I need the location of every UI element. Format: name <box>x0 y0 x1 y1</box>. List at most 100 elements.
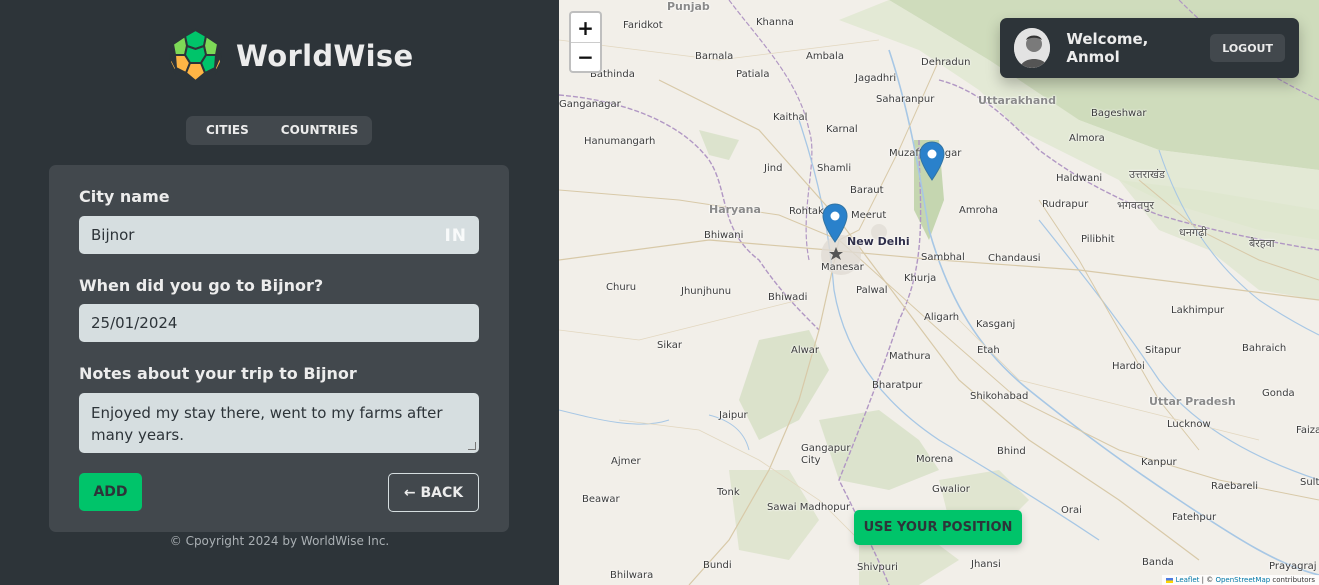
map-label: Jaipur <box>719 410 748 421</box>
resize-handle-icon[interactable] <box>468 442 476 450</box>
map-label: Gwalior <box>932 484 970 495</box>
map-label: Aligarh <box>924 312 960 323</box>
map-label: Sawai Madhopur <box>767 502 851 513</box>
back-button[interactable]: ← BACK <box>388 473 479 512</box>
map-label: Jind <box>764 163 783 174</box>
city-name-value: Bijnor <box>91 226 135 244</box>
map-tiles <box>559 0 1319 585</box>
map-label: Hanumangarh <box>584 136 656 147</box>
map-label: Shamli <box>817 163 852 174</box>
map-label: Gonda <box>1262 388 1295 399</box>
zoom-out-button[interactable]: − <box>571 42 600 71</box>
map-label: Shivpuri <box>857 562 898 573</box>
map-label: Banda <box>1142 557 1174 568</box>
date-value: 25/01/2024 <box>91 314 178 332</box>
app-nav-tabs: CITIES COUNTRIES <box>186 116 372 145</box>
map-label-capital: New Delhi <box>847 235 910 248</box>
map-marker-icon[interactable] <box>919 141 945 181</box>
map-label: Bageshwar <box>1091 108 1147 119</box>
map-label: Ajmer <box>611 456 641 467</box>
map-label: Chandausi <box>988 253 1041 264</box>
map-label: Amroha <box>959 205 999 216</box>
notes-textarea[interactable]: Enjoyed my stay there, went to my farms … <box>79 393 479 453</box>
sidebar: WorldWise CITIES COUNTRIES City name Bij… <box>0 0 559 585</box>
map-label: Manesar <box>821 262 864 273</box>
map-label: Jhansi <box>971 559 1001 570</box>
map-label: Palwal <box>856 285 888 296</box>
map-label: Mathura <box>889 351 931 362</box>
add-city-form: City name Bijnor IN When did you go to B… <box>49 165 509 532</box>
map-label: Bundi <box>703 560 732 571</box>
map-label: Kasganj <box>976 319 1016 330</box>
logout-button[interactable]: LOGOUT <box>1210 34 1285 62</box>
map-label: Ganganagar <box>559 99 621 110</box>
map-label: Kaithal <box>773 112 808 123</box>
city-name-input[interactable]: Bijnor IN <box>79 216 479 254</box>
map-label: Faizabad <box>1296 425 1319 436</box>
map-label: Haryana <box>709 203 761 216</box>
map-label: Lakhimpur <box>1171 305 1225 316</box>
app-logo[interactable]: WorldWise <box>168 28 413 83</box>
user-card: Welcome, Anmol LOGOUT <box>1000 18 1299 78</box>
osm-link[interactable]: OpenStreetMap <box>1215 576 1270 584</box>
map-label: Sikar <box>657 340 682 351</box>
attribution-suffix: contributors <box>1270 576 1315 584</box>
app-name: WorldWise <box>236 38 414 73</box>
map-label: Patiala <box>736 69 770 80</box>
map-label: Khanna <box>756 17 794 28</box>
tab-countries[interactable]: COUNTRIES <box>265 116 375 145</box>
map-label: Beawar <box>582 494 620 505</box>
map-label: Lucknow <box>1167 419 1211 430</box>
map-label: Faridkot <box>623 20 663 31</box>
leaflet-link[interactable]: Leaflet <box>1176 576 1200 584</box>
zoom-control: + − <box>569 11 602 73</box>
map-label: Uttar Pradesh <box>1149 395 1236 408</box>
map-label: Jhunjhunu <box>681 286 732 297</box>
map-label: Khurja <box>904 273 937 284</box>
map-label-hindi: धनगढ़ी <box>1179 226 1208 239</box>
map-label: Hardoi <box>1112 361 1145 372</box>
map-label: Barnala <box>695 51 734 62</box>
map-label: Dehradun <box>921 57 971 68</box>
map-label: Bhind <box>997 446 1026 457</box>
map-label: Morena <box>916 454 954 465</box>
map-label: Etah <box>977 345 1000 356</box>
copyright-text: © Cpoyright 2024 by WorldWise Inc. <box>169 534 390 548</box>
user-avatar <box>1014 28 1051 68</box>
map-label-hindi: बैरहवा <box>1249 237 1275 250</box>
map-label: Kanpur <box>1141 457 1177 468</box>
map-label: Prayagraj <box>1269 561 1317 572</box>
city-name-label: City name <box>79 187 170 206</box>
map-label: Bhilwara <box>610 570 654 581</box>
map-container[interactable]: Punjab Faridkot Khanna Barnala Ambala De… <box>559 0 1319 585</box>
map-label: Pilibhit <box>1081 234 1115 245</box>
avatar-icon <box>1014 28 1051 68</box>
map-label: Alwar <box>791 345 820 356</box>
welcome-text: Welcome, Anmol <box>1066 30 1149 66</box>
map-label: Ambala <box>806 51 844 62</box>
tab-cities[interactable]: CITIES <box>190 116 265 145</box>
map-label: Sitapur <box>1145 345 1181 356</box>
notes-label: Notes about your trip to Bijnor <box>79 364 357 383</box>
map-attribution: Leaflet | © OpenStreetMap contributors <box>1162 575 1319 585</box>
map-label: Rudrapur <box>1042 199 1089 210</box>
map-label: Bharatpur <box>872 380 923 391</box>
map-label: Shikohabad <box>970 391 1029 402</box>
date-input[interactable]: 25/01/2024 <box>79 304 479 342</box>
map-label-hindi: भगवतपुर <box>1117 199 1155 212</box>
map-label: Tonk <box>717 487 740 498</box>
map-label: Uttarakhand <box>978 94 1056 107</box>
map-label: Churu <box>606 282 637 293</box>
attribution-sep: | © <box>1199 576 1216 584</box>
add-button[interactable]: ADD <box>79 473 142 511</box>
date-label: When did you go to Bijnor? <box>79 276 324 295</box>
map-label: Sambhal <box>921 252 965 263</box>
map-label: Baraut <box>850 185 884 196</box>
map-label: Saharanpur <box>876 94 935 105</box>
globe-logo-icon <box>168 28 223 83</box>
use-position-button[interactable]: USE YOUR POSITION <box>854 510 1022 545</box>
map-marker-icon[interactable] <box>822 203 848 243</box>
zoom-in-button[interactable]: + <box>571 13 600 42</box>
map-label: Raebareli <box>1211 481 1259 492</box>
map-label: Haldwani <box>1056 173 1103 184</box>
